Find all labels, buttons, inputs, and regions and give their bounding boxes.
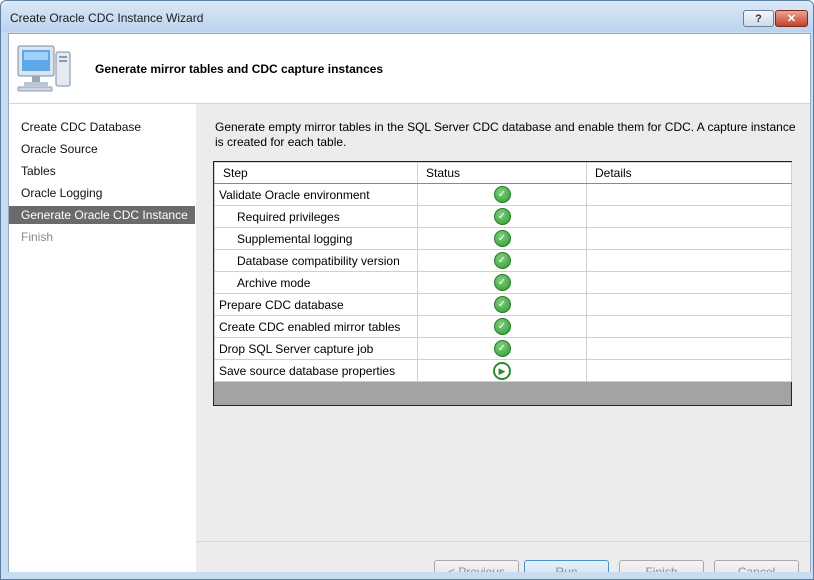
main-panel: Generate empty mirror tables in the SQL … <box>196 104 810 579</box>
check-circle-icon: ✓ <box>493 252 511 269</box>
page-description: Generate empty mirror tables in the SQL … <box>215 120 796 149</box>
step-cell: Required privileges <box>214 205 418 228</box>
column-header-status[interactable]: Status <box>417 162 587 184</box>
help-button[interactable]: ? <box>743 10 774 27</box>
computer-icon <box>17 45 71 92</box>
status-cell: ✓ <box>417 205 587 228</box>
check-circle-icon: ✓ <box>493 296 511 313</box>
details-cell <box>586 271 792 294</box>
details-cell <box>586 315 792 338</box>
step-cell: Save source database properties <box>214 359 418 382</box>
step-cell: Supplemental logging <box>214 227 418 250</box>
status-cell: ✓ <box>417 293 587 316</box>
table-row[interactable]: Required privileges ✓ <box>214 205 792 228</box>
status-cell: ✓ <box>417 271 587 294</box>
table-row[interactable]: Prepare CDC database ✓ <box>214 293 792 316</box>
status-cell: ✓ <box>417 183 587 206</box>
check-circle-icon: ✓ <box>493 340 511 357</box>
steps-grid: Step Status Details Validate Oracle envi… <box>213 161 792 406</box>
table-row[interactable]: Supplemental logging ✓ <box>214 227 792 250</box>
check-circle-icon: ✓ <box>493 208 511 225</box>
step-cell: Validate Oracle environment <box>214 183 418 206</box>
check-circle-icon: ✓ <box>493 318 511 335</box>
step-cell: Create CDC enabled mirror tables <box>214 315 418 338</box>
close-button[interactable]: ✕ <box>775 10 808 27</box>
details-cell <box>586 359 792 382</box>
details-cell <box>586 337 792 360</box>
step-cell: Database compatibility version <box>214 249 418 272</box>
table-row[interactable]: Validate Oracle environment ✓ <box>214 183 792 206</box>
sidebar-item-finish: Finish <box>21 230 54 244</box>
check-circle-icon: ✓ <box>493 230 511 247</box>
status-cell: ✓ <box>417 315 587 338</box>
step-cell: Drop SQL Server capture job <box>214 337 418 360</box>
status-cell: ✓ <box>417 337 587 360</box>
sidebar-item-create-cdc-database[interactable]: Create CDC Database <box>9 118 195 136</box>
details-cell <box>586 205 792 228</box>
wizard-client-area: Generate mirror tables and CDC capture i… <box>8 33 811 579</box>
status-cell: ▶ <box>417 359 587 382</box>
title-bar[interactable]: Create Oracle CDC Instance Wizard ? ✕ <box>1 1 813 32</box>
footer-divider <box>196 541 810 542</box>
table-row[interactable]: Save source database properties ▶ <box>214 359 792 382</box>
table-row[interactable]: Archive mode ✓ <box>214 271 792 294</box>
column-header-details[interactable]: Details <box>586 162 792 184</box>
wizard-window: Create Oracle CDC Instance Wizard ? ✕ Ge… <box>0 0 814 580</box>
details-cell <box>586 293 792 316</box>
sidebar-item-oracle-source[interactable]: Oracle Source <box>9 140 195 158</box>
table-row[interactable]: Drop SQL Server capture job ✓ <box>214 337 792 360</box>
step-cell: Archive mode <box>214 271 418 294</box>
status-cell: ✓ <box>417 249 587 272</box>
step-cell: Prepare CDC database <box>214 293 418 316</box>
details-cell <box>586 249 792 272</box>
page-title: Generate mirror tables and CDC capture i… <box>95 62 384 76</box>
check-circle-icon: ✓ <box>493 186 511 203</box>
steps-table: Step Status Details Validate Oracle envi… <box>214 162 792 382</box>
sidebar-item-oracle-logging[interactable]: Oracle Logging <box>9 184 195 202</box>
window-bottom-frame <box>1 572 813 579</box>
details-cell <box>586 183 792 206</box>
status-cell: ✓ <box>417 227 587 250</box>
details-cell <box>586 227 792 250</box>
table-header-row: Step Status Details <box>214 162 792 184</box>
window-title: Create Oracle CDC Instance Wizard <box>10 11 204 25</box>
table-row[interactable]: Database compatibility version ✓ <box>214 249 792 272</box>
wizard-header: Generate mirror tables and CDC capture i… <box>9 34 810 104</box>
play-circle-icon: ▶ <box>493 361 511 380</box>
sidebar-item-tables[interactable]: Tables <box>9 162 195 180</box>
column-header-step[interactable]: Step <box>214 162 418 184</box>
wizard-steps-sidebar: Create CDC Database Oracle Source Tables… <box>9 104 196 573</box>
sidebar-item-generate-oracle-cdc-instance[interactable]: Generate Oracle CDC Instance <box>9 206 195 224</box>
check-circle-icon: ✓ <box>493 274 511 291</box>
table-row[interactable]: Create CDC enabled mirror tables ✓ <box>214 315 792 338</box>
